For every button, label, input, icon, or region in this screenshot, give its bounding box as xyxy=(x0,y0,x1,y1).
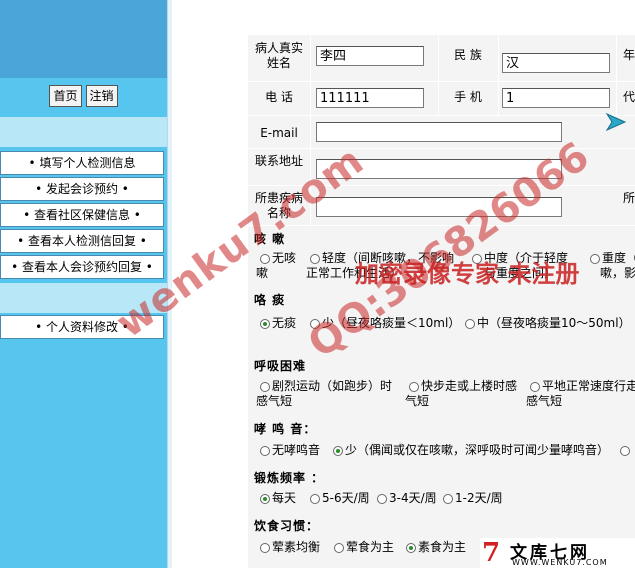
logo-url: WWW.WENKU7.COM xyxy=(512,558,608,567)
cough-wrap-text: 嗽，影响 xyxy=(600,266,635,280)
row-divider xyxy=(248,81,635,82)
menu-consultation-replies[interactable]: • 查看本人会诊预约回复 • xyxy=(0,255,164,279)
col-divider xyxy=(616,35,617,115)
dyspnea-title: 呼吸困难 xyxy=(254,359,307,373)
name-label: 病人真实姓名 xyxy=(254,41,303,70)
exercise-title: 锻炼频率 ： xyxy=(254,471,325,485)
mobile-label: 手 机 xyxy=(454,90,482,104)
phone-label: 电 话 xyxy=(265,90,293,104)
arrow-icon xyxy=(605,112,627,132)
dyspnea-option-normal-walk[interactable]: 平地正常速度行走 xyxy=(530,379,635,394)
phone-input[interactable]: 111111 xyxy=(316,88,424,108)
home-button[interactable]: 首页 xyxy=(49,85,82,107)
logo-mark: 7 xyxy=(482,538,501,568)
wheeze-option-little[interactable]: 少（偶闻或仅在咳嗽，深呼吸时可闻少量哮鸣音） xyxy=(333,443,609,458)
dyspnea-wrap-text: 感气短 xyxy=(526,394,563,408)
menu-fill-checkup-info[interactable]: • 填写个人检测信息 xyxy=(0,151,164,175)
radio-icon xyxy=(377,494,387,504)
diet-option-vegetarian[interactable]: 素食为主 xyxy=(406,540,466,555)
mobile-input[interactable]: 1 xyxy=(502,88,610,108)
sputum-title: 咯 痰 xyxy=(254,293,286,307)
health-form: 病人真实姓名 李四 民 族 汉 年 电 话 111111 手 机 1 代 E-m… xyxy=(248,35,635,568)
wheeze-option-none[interactable]: 无哮鸣音 xyxy=(260,443,320,458)
wheeze-title: 哮 鸣 音： xyxy=(254,422,317,436)
diet-option-meat[interactable]: 荤食为主 xyxy=(334,540,394,555)
sidebar-header xyxy=(0,0,167,78)
radio-icon xyxy=(409,382,419,392)
sidebar-section-header-1 xyxy=(0,117,167,147)
cough-option-none[interactable]: 无咳 xyxy=(260,251,296,266)
diet-option-balanced[interactable]: 荤素均衡 xyxy=(260,540,320,555)
age-label: 年 xyxy=(623,48,635,62)
menu-community-health-info[interactable]: • 查看社区保健信息 • xyxy=(0,203,164,227)
occupation-label: 代 xyxy=(623,90,635,104)
email-label: E-mail xyxy=(260,126,298,140)
disease-extra-label: 所 xyxy=(623,191,635,205)
radio-icon xyxy=(260,382,270,392)
email-input[interactable] xyxy=(316,122,562,142)
cough-option-severe[interactable]: 重度（ xyxy=(590,251,635,266)
radio-icon xyxy=(260,446,270,456)
radio-icon xyxy=(260,254,270,264)
wheeze-option-more[interactable] xyxy=(620,443,632,458)
sputum-option-medium[interactable]: 中（昼夜咯痰量10～50ml） xyxy=(465,316,631,331)
cough-wrap-text: 嗽 xyxy=(256,266,269,280)
col-divider xyxy=(438,35,439,115)
dyspnea-wrap-text: 感气短 xyxy=(256,394,293,408)
radio-checked-icon xyxy=(260,319,270,329)
row-divider xyxy=(248,115,635,116)
radio-icon xyxy=(260,543,270,553)
radio-icon xyxy=(530,382,540,392)
sputum-option-none[interactable]: 无痰 xyxy=(260,316,296,331)
site-logo: 7 文库七网 WWW.WENKU7.COM xyxy=(480,538,635,568)
radio-icon xyxy=(590,254,600,264)
exercise-option-3-4[interactable]: 3-4天/周 xyxy=(377,491,437,506)
radio-checked-icon xyxy=(406,543,416,553)
radio-icon xyxy=(334,543,344,553)
logout-button[interactable]: 注销 xyxy=(85,85,118,107)
radio-icon xyxy=(620,446,630,456)
unregistered-watermark: 加密录像专家 未注册 xyxy=(355,259,580,288)
col-divider xyxy=(498,35,499,115)
menu-request-consultation[interactable]: • 发起会诊预约 • xyxy=(0,177,164,201)
address-label: 联系地址 xyxy=(254,154,303,168)
radio-icon xyxy=(310,494,320,504)
dyspnea-wrap-text: 气短 xyxy=(405,394,430,408)
menu-checkup-replies[interactable]: • 查看本人检测信回复 • xyxy=(0,229,164,253)
radio-icon xyxy=(443,494,453,504)
diet-title: 饮食习惯： xyxy=(254,519,320,533)
dyspnea-option-heavy-exercise[interactable]: 剧烈运动（如跑步）时 xyxy=(260,379,392,394)
exercise-option-1-2[interactable]: 1-2天/周 xyxy=(443,491,503,506)
exercise-option-5-6[interactable]: 5-6天/周 xyxy=(310,491,370,506)
radio-checked-icon xyxy=(260,494,270,504)
radio-checked-icon xyxy=(333,446,343,456)
sidebar-button-bar: 首页 注销 xyxy=(0,82,167,110)
name-input[interactable]: 李四 xyxy=(316,46,424,66)
dyspnea-option-fast-walk[interactable]: 快步走或上楼时感 xyxy=(409,379,517,394)
radio-icon xyxy=(310,254,320,264)
radio-icon xyxy=(465,319,475,329)
exercise-option-daily[interactable]: 每天 xyxy=(260,491,296,506)
ethnic-input[interactable]: 汉 xyxy=(502,53,610,73)
ethnic-label: 民 族 xyxy=(454,48,482,62)
